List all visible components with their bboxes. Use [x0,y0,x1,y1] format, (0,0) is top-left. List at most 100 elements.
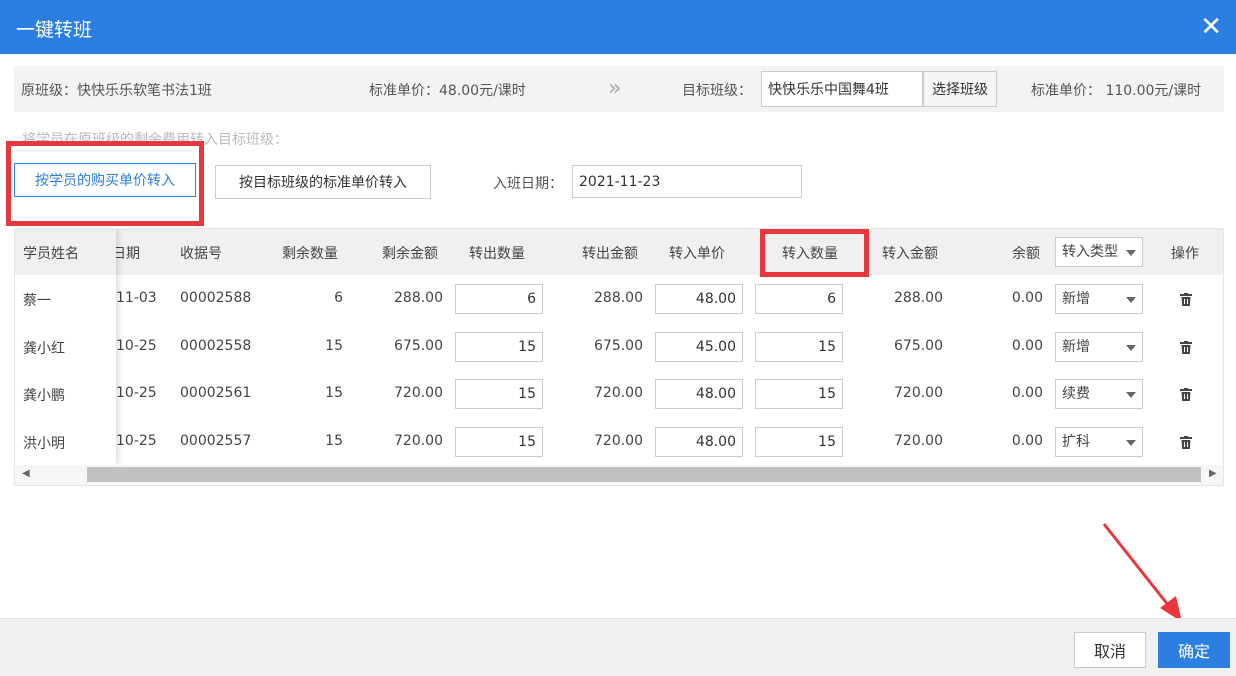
in-type-header-select[interactable]: 转入类型 [1055,237,1143,267]
original-price-label: 标准单价：48.00元/课时 [369,83,526,99]
table-row: 10-25 00002561 15 720.00 720.00 720.00 0.00 续费 [15,370,1223,418]
annotation-highlight-box [6,141,204,226]
cell-student-name: 龚小鹏 [23,388,65,404]
cell-receipt: 00002558 [180,337,252,354]
out-qty-input[interactable] [455,379,543,409]
delete-trash-icon[interactable] [1180,293,1192,306]
delete-trash-icon[interactable] [1180,340,1192,354]
target-price-label: 标准单价： 110.00元/课时 [1031,83,1202,99]
delete-trash-icon[interactable] [1180,388,1192,401]
in-type-select[interactable]: 新增 [1055,284,1143,314]
double-chevron-right-icon: » [608,76,622,101]
cell-in-amt: 720.00 [894,385,943,401]
cell-date: 10-25 [116,337,157,354]
in-type-value: 新增 [1062,338,1090,355]
close-icon[interactable]: ✕ [1200,12,1222,42]
col-header-out-qty: 转出数量 [469,246,525,262]
cell-remain-amt: 288.00 [394,290,443,306]
in-qty-input[interactable] [755,331,843,362]
table-row: 11-03 00002588 6 288.00 288.00 288.00 0.00 新增 [15,275,1223,323]
cell-balance: 0.00 [1011,432,1043,449]
cell-out-amt: 720.00 [594,432,643,449]
in-type-select[interactable]: 扩科 [1055,426,1143,457]
in-type-select[interactable]: 续费 [1055,379,1143,409]
in-qty-input[interactable] [755,426,843,457]
cell-student-name: 蔡一 [23,293,51,309]
dialog-title: 一键转班 [16,19,93,41]
col-header-out-amt: 转出金额 [582,246,638,262]
scroll-right-icon[interactable]: ▶ [1209,468,1217,479]
confirm-button[interactable]: 确定 [1158,632,1230,668]
cell-remain-qty: 15 [325,337,343,354]
chevron-down-icon [1126,344,1136,351]
out-qty-input[interactable] [455,284,543,314]
cell-out-amt: 675.00 [594,337,643,354]
cell-remain-qty: 6 [334,290,343,306]
in-price-input[interactable] [655,284,743,314]
cell-remain-qty: 15 [325,432,343,449]
col-header-remain-qty: 剩余数量 [282,246,338,262]
chevron-down-icon [1126,392,1136,398]
cell-receipt: 00002557 [180,432,252,449]
table-row: 10-25 00002558 15 675.00 675.00 675.00 0.00 新增 [15,323,1223,371]
scroll-left-icon[interactable]: ◀ [22,468,30,479]
class-info-bar: 原班级：快快乐乐软笔书法1班 标准单价：48.00元/课时 » 目标班级： 选择… [14,66,1224,112]
col-header-in-amt: 转入金额 [882,246,938,262]
cell-receipt: 00002561 [180,385,252,401]
col-header-balance: 余额 [1012,246,1040,262]
in-price-input[interactable] [655,379,743,409]
cell-remain-amt: 720.00 [394,385,443,401]
cell-date: 10-25 [116,432,157,449]
cell-out-amt: 720.00 [594,385,643,401]
cell-remain-amt: 675.00 [394,337,443,354]
annotation-arrow [1102,523,1182,622]
cell-in-amt: 720.00 [894,432,943,449]
in-type-header-label: 转入类型 [1062,244,1118,260]
cell-student-name: 龚小红 [23,340,65,357]
in-qty-input[interactable] [755,284,843,314]
out-qty-input[interactable] [455,426,543,457]
by-standard-price-button[interactable]: 按目标班级的标准单价转入 [215,165,431,199]
in-price-input[interactable] [655,426,743,457]
col-header-in-price: 转入单价 [669,246,725,262]
col-header-remain-amt: 剩余金额 [382,246,438,262]
in-qty-input[interactable] [755,379,843,409]
col-header-name: 学员姓名 [23,246,79,262]
cell-student-name: 洪小明 [23,435,65,452]
cell-remain-qty: 15 [325,385,343,401]
cell-in-amt: 288.00 [894,290,943,306]
table-header: 日期 收据号 剩余数量 剩余金额 转出数量 转出金额 转入单价 转入数量 转入金… [15,229,1223,275]
cell-balance: 0.00 [1011,385,1043,401]
table-row: 10-25 00002557 15 720.00 720.00 720.00 0.00 扩科 [15,418,1223,466]
col-header-action: 操作 [1171,246,1199,262]
cell-balance: 0.00 [1011,337,1043,354]
in-type-select[interactable]: 新增 [1055,331,1143,362]
transfer-table: 日期 收据号 剩余数量 剩余金额 转出数量 转出金额 转入单价 转入数量 转入金… [14,228,1224,486]
fixed-name-column: 学员姓名 蔡一龚小红龚小鹏洪小明 [15,229,116,465]
cell-balance: 0.00 [1011,290,1043,306]
delete-trash-icon[interactable] [1180,435,1192,449]
in-type-value: 扩科 [1062,433,1090,450]
in-type-value: 续费 [1062,386,1090,402]
cell-date: 11-03 [116,290,157,306]
dialog-footer: 取消 确定 [0,618,1236,676]
in-price-input[interactable] [655,331,743,362]
cancel-button[interactable]: 取消 [1074,632,1146,668]
target-class-label: 目标班级： [682,83,752,99]
scrollbar-thumb[interactable] [87,467,1201,482]
chevron-down-icon [1126,250,1136,256]
cell-remain-amt: 720.00 [394,432,443,449]
horizontal-scrollbar[interactable]: ◀ ▶ [15,465,1223,485]
enroll-date-input[interactable] [572,165,802,198]
chevron-down-icon [1126,297,1136,303]
dialog-titlebar: 一键转班 ✕ [0,0,1236,54]
cell-date: 10-25 [116,385,157,401]
cell-receipt: 00002588 [180,290,252,306]
select-class-button[interactable]: 选择班级 [923,71,997,107]
col-header-receipt: 收据号 [180,246,222,262]
annotation-highlight-box-in-qty [760,229,869,277]
in-type-value: 新增 [1062,291,1090,307]
out-qty-input[interactable] [455,331,543,362]
chevron-down-icon [1126,439,1136,446]
target-class-input[interactable] [761,71,923,107]
